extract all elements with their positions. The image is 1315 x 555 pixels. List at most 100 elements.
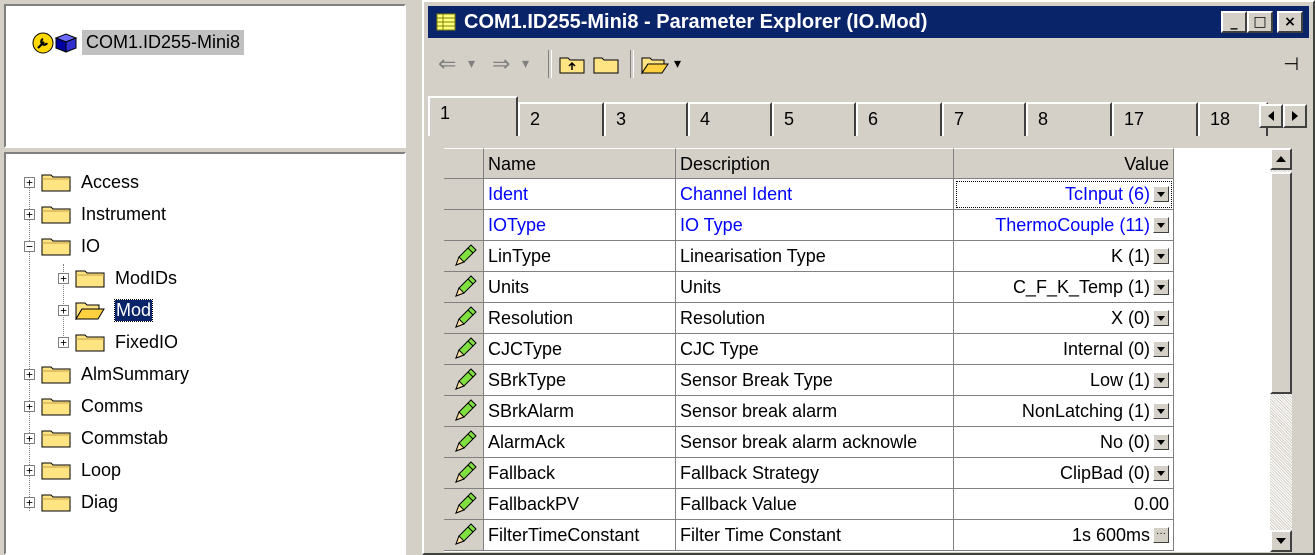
- param-value[interactable]: NonLatching (1): [1022, 401, 1150, 421]
- param-value[interactable]: Low (1): [1090, 370, 1150, 390]
- table-row[interactable]: Fallback Fallback Strategy ClipBad (0): [444, 458, 1190, 489]
- collapse-icon[interactable]: −: [24, 240, 35, 252]
- tab-8[interactable]: 8: [1026, 102, 1112, 136]
- param-value[interactable]: C_F_K_Temp (1): [1013, 277, 1150, 297]
- expand-icon[interactable]: +: [58, 304, 69, 316]
- tree-item-io[interactable]: − IO: [24, 232, 100, 260]
- vertical-scrollbar[interactable]: [1270, 148, 1292, 552]
- param-value-cell[interactable]: ThermoCouple (11): [954, 210, 1174, 241]
- tab-7[interactable]: 7: [942, 102, 1026, 136]
- close-button[interactable]: ×: [1277, 11, 1303, 33]
- up-folder-button[interactable]: [558, 48, 586, 80]
- param-value-cell[interactable]: ClipBad (0): [954, 458, 1174, 489]
- param-value[interactable]: 1s 600ms: [1072, 525, 1150, 545]
- param-value-cell[interactable]: X (0): [954, 303, 1174, 334]
- tab-2[interactable]: 2: [518, 102, 604, 136]
- tree-item-diag[interactable]: + Diag: [24, 488, 118, 516]
- forward-button[interactable]: ⇒: [492, 48, 510, 80]
- tree-item-loop[interactable]: + Loop: [24, 456, 121, 484]
- param-value-cell[interactable]: NonLatching (1): [954, 396, 1174, 427]
- param-value[interactable]: X (0): [1111, 308, 1150, 328]
- param-value-cell[interactable]: TcInput (6): [954, 179, 1174, 210]
- tree-item-commstab[interactable]: + Commstab: [24, 424, 168, 452]
- tree-label[interactable]: Loop: [81, 460, 121, 481]
- tab-4[interactable]: 4: [688, 102, 772, 136]
- tab-6[interactable]: 6: [856, 102, 942, 136]
- folder-button[interactable]: [592, 48, 620, 80]
- expand-icon[interactable]: +: [24, 464, 35, 476]
- table-row[interactable]: Resolution Resolution X (0): [444, 303, 1190, 334]
- tree-item-instrument[interactable]: + Instrument: [24, 200, 166, 228]
- tree-label[interactable]: Instrument: [81, 204, 166, 225]
- tree-label[interactable]: FixedIO: [115, 332, 178, 353]
- tree-item-almsummary[interactable]: + AlmSummary: [24, 360, 189, 388]
- table-row[interactable]: AlarmAck Sensor break alarm acknowle No (0…: [444, 427, 1190, 458]
- param-value-cell[interactable]: C_F_K_Temp (1): [954, 272, 1174, 303]
- title-bar[interactable]: COM1.ID255-Mini8 - Parameter Explorer (I…: [428, 6, 1309, 38]
- tab-scroll-left[interactable]: [1259, 104, 1283, 128]
- table-row[interactable]: Ident Channel Ident TcInput (6): [444, 179, 1190, 210]
- scroll-up-button[interactable]: [1270, 148, 1292, 170]
- back-history-dropdown[interactable]: ▾: [468, 48, 475, 80]
- dropdown-arrow-icon[interactable]: [1153, 341, 1169, 358]
- table-row[interactable]: IOType IO Type ThermoCouple (11): [444, 210, 1190, 241]
- param-value[interactable]: Internal (0): [1063, 339, 1150, 359]
- tree-label[interactable]: Commstab: [81, 428, 168, 449]
- pin-button[interactable]: ⊣: [1283, 48, 1299, 80]
- scroll-down-button[interactable]: [1270, 530, 1292, 552]
- param-value-cell[interactable]: K (1): [954, 241, 1174, 272]
- param-value-cell[interactable]: Internal (0): [954, 334, 1174, 365]
- param-value-cell[interactable]: 1s 600ms ···: [954, 520, 1174, 551]
- expand-icon[interactable]: +: [24, 208, 35, 220]
- table-row[interactable]: Units Units C_F_K_Temp (1): [444, 272, 1190, 303]
- tree-label[interactable]: Comms: [81, 396, 143, 417]
- param-value[interactable]: No (0): [1100, 432, 1150, 452]
- device-node[interactable]: COM1.ID255-Mini8: [32, 30, 245, 55]
- tree-label[interactable]: Diag: [81, 492, 118, 513]
- tab-17[interactable]: 17: [1112, 102, 1198, 136]
- table-row[interactable]: FilterTimeConstant Filter Time Constant 1s…: [444, 520, 1190, 551]
- tree-label[interactable]: IO: [81, 236, 100, 257]
- tree-item-access[interactable]: + Access: [24, 168, 139, 196]
- tab-5[interactable]: 5: [772, 102, 856, 136]
- back-button[interactable]: ⇐: [438, 48, 456, 80]
- tree-label[interactable]: AlmSummary: [81, 364, 189, 385]
- param-value[interactable]: 0.00: [1134, 494, 1169, 514]
- dropdown-arrow-icon[interactable]: [1153, 217, 1169, 234]
- maximize-button[interactable]: □: [1247, 11, 1273, 33]
- table-row[interactable]: CJCType CJC Type Internal (0): [444, 334, 1190, 365]
- tree-label[interactable]: ModIDs: [115, 268, 177, 289]
- table-row[interactable]: SBrkAlarm Sensor break alarm NonLatching (…: [444, 396, 1190, 427]
- param-value[interactable]: ClipBad (0): [1060, 463, 1150, 483]
- table-row[interactable]: SBrkType Sensor Break Type Low (1): [444, 365, 1190, 396]
- parameter-grid[interactable]: Name Description Value Ident Channel Iden…: [444, 148, 1270, 552]
- dropdown-arrow-icon[interactable]: [1153, 465, 1169, 482]
- expand-icon[interactable]: +: [24, 368, 35, 380]
- table-row[interactable]: FallbackPV Fallback Value 0.00: [444, 489, 1190, 520]
- tree-label[interactable]: Access: [81, 172, 139, 193]
- open-folder-dropdown[interactable]: ▾: [674, 48, 681, 80]
- tab-3[interactable]: 3: [604, 102, 688, 136]
- tree-item-fixedio[interactable]: + FixedIO: [58, 328, 178, 356]
- header-value[interactable]: Value: [954, 148, 1174, 179]
- param-value[interactable]: K (1): [1111, 246, 1150, 266]
- tree-item-comms[interactable]: + Comms: [24, 392, 143, 420]
- header-name[interactable]: Name: [484, 148, 676, 179]
- dropdown-arrow-icon[interactable]: [1153, 186, 1169, 203]
- param-value-cell[interactable]: Low (1): [954, 365, 1174, 396]
- dropdown-arrow-icon[interactable]: [1153, 372, 1169, 389]
- tab-1[interactable]: 1: [428, 96, 518, 136]
- table-row[interactable]: LinType Linearisation Type K (1): [444, 241, 1190, 272]
- header-description[interactable]: Description: [676, 148, 954, 179]
- tab-scroll-right[interactable]: [1283, 104, 1307, 128]
- expand-icon[interactable]: +: [58, 336, 69, 348]
- tree-item-mod[interactable]: + Mod: [58, 296, 154, 324]
- expand-icon[interactable]: +: [24, 496, 35, 508]
- navigation-tree[interactable]: + Access + Instrument − IO + ModIDs + Mod + FixedIO…: [4, 152, 406, 555]
- forward-history-dropdown[interactable]: ▾: [522, 48, 529, 80]
- scroll-thumb[interactable]: [1270, 172, 1292, 394]
- param-value[interactable]: TcInput (6): [1065, 184, 1150, 204]
- device-label[interactable]: COM1.ID255-Mini8: [82, 30, 245, 55]
- param-value-cell[interactable]: 0.00: [954, 489, 1174, 520]
- dropdown-arrow-icon[interactable]: [1153, 279, 1169, 296]
